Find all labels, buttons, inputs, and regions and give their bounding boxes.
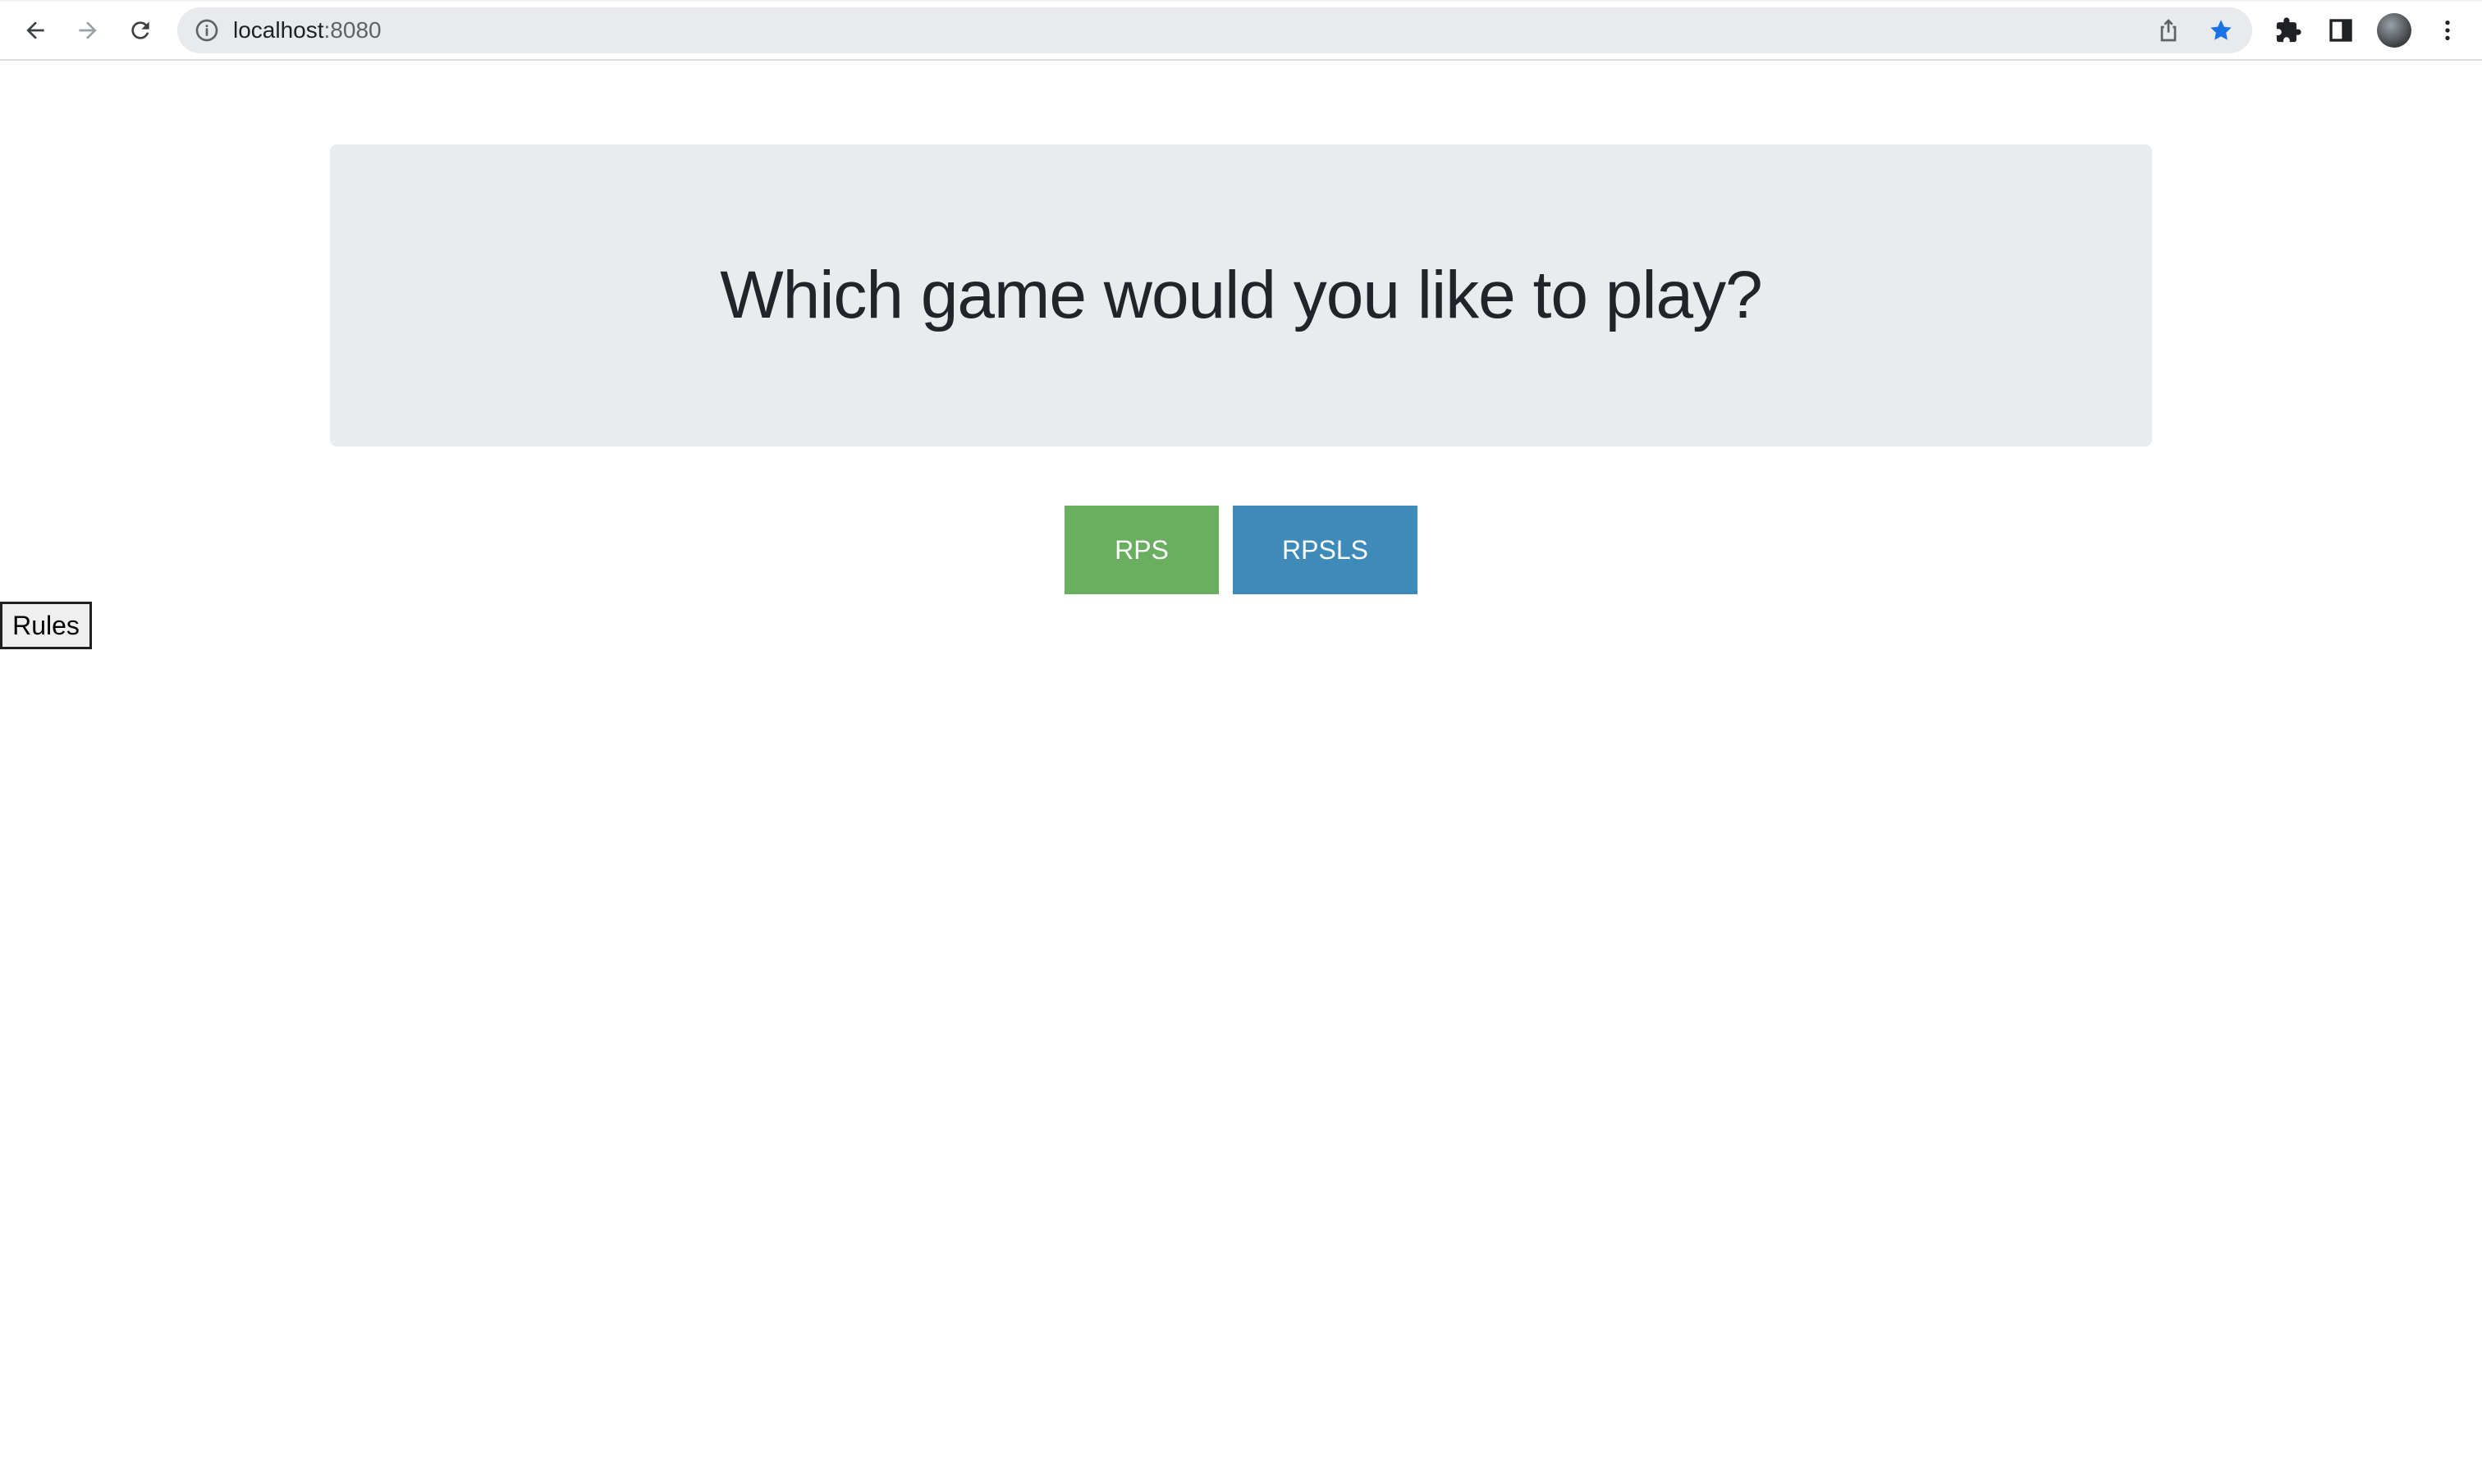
reload-icon [131, 21, 149, 39]
info-icon[interactable] [194, 17, 220, 44]
back-arrow-icon [26, 21, 44, 39]
browser-menu-button[interactable] [2431, 14, 2464, 47]
rpsls-button[interactable]: RPSLS [1233, 506, 1417, 594]
rps-button[interactable]: RPS [1065, 506, 1219, 594]
page-title: Which game would you like to play? [720, 258, 1763, 332]
side-panel-button[interactable] [2324, 14, 2357, 47]
forward-button[interactable] [67, 10, 108, 51]
tab-strip-edge [0, 0, 2482, 2]
jumbotron-header: Which game would you like to play? [330, 144, 2152, 447]
star-icon[interactable] [2208, 17, 2234, 44]
back-button[interactable] [15, 10, 56, 51]
browser-toolbar: localhost:8080 [0, 0, 2482, 61]
side-panel-icon [2329, 19, 2352, 42]
extensions-button[interactable] [2272, 14, 2305, 47]
url-text[interactable]: localhost:8080 [233, 7, 382, 53]
kebab-menu-icon [2445, 21, 2450, 40]
forward-arrow-icon [79, 21, 97, 39]
profile-avatar[interactable] [2377, 13, 2411, 48]
puzzle-icon [2276, 17, 2301, 43]
address-bar[interactable]: localhost:8080 [177, 7, 2252, 53]
url-port: :8080 [323, 17, 382, 43]
reload-button[interactable] [120, 10, 161, 51]
share-icon[interactable] [2155, 17, 2182, 44]
url-host: localhost [233, 17, 324, 43]
rules-button[interactable]: Rules [0, 602, 92, 649]
